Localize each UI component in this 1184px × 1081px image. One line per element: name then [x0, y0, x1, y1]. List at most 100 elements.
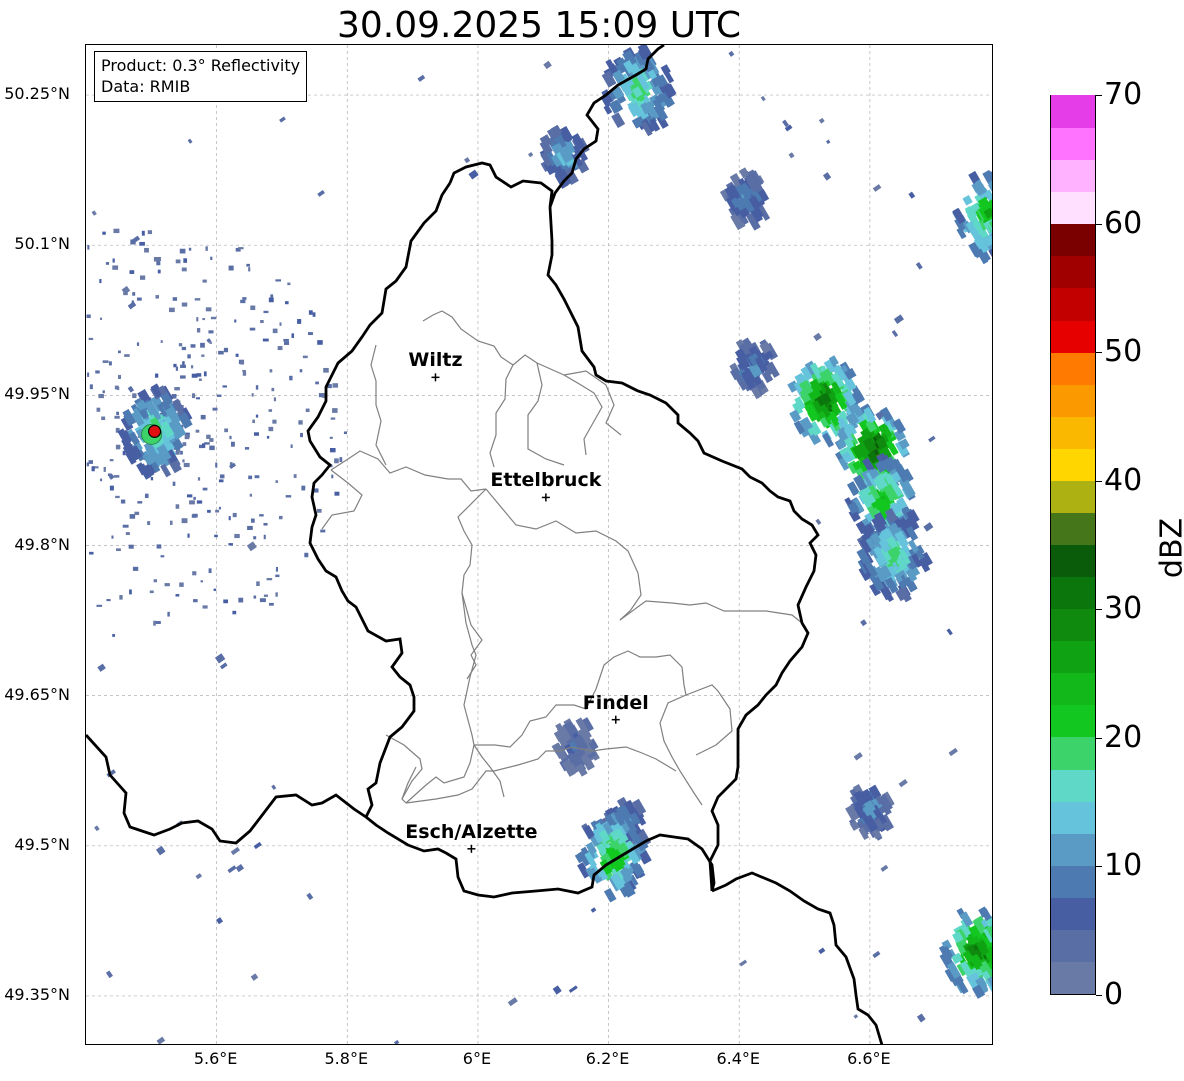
clutter-pixel: [223, 599, 228, 604]
clutter-pixel: [853, 1014, 859, 1019]
clutter-pixel: [304, 552, 309, 558]
colorbar-swatch: [1051, 416, 1095, 449]
clutter-pixel: [818, 947, 826, 955]
city-label: Esch/Alzette: [405, 820, 538, 843]
canton-border-wiltz: [422, 310, 514, 468]
clutter-pixel: [343, 431, 348, 435]
clutter-pixel: [120, 499, 126, 504]
colorbar-swatch: [1051, 544, 1095, 578]
clutter-pixel: [259, 598, 266, 603]
canton-border-mersch-east: [485, 488, 642, 621]
clutter-pixel: [208, 568, 212, 574]
clutter-pixel: [132, 393, 137, 399]
clutter-pixel: [205, 246, 208, 251]
colorbar-swatch: [1051, 897, 1095, 930]
clutter-pixel: [153, 620, 156, 626]
clutter-pixel: [157, 269, 161, 274]
clutter-pixel: [213, 588, 217, 591]
clutter-pixel: [136, 342, 140, 346]
colorbar-swatch: [1051, 191, 1095, 225]
clutter-pixel: [908, 191, 916, 199]
clutter-pixel: [284, 341, 290, 345]
clutter-pixel: [299, 369, 303, 373]
clutter-pixel: [202, 318, 205, 321]
border-lux-east: [546, 206, 820, 892]
clutter-pixel: [183, 462, 190, 468]
clutter-pixel: [915, 262, 923, 270]
canton-border-sw: [405, 746, 677, 804]
clutter-pixel: [231, 441, 235, 447]
clutter-pixel: [109, 485, 114, 491]
clutter-pixel: [181, 346, 187, 351]
lon-tick-label: 6°E: [462, 1049, 492, 1068]
radar-clutter: [86, 50, 958, 1044]
clutter-pixel: [98, 393, 104, 399]
border-belgium-france: [86, 734, 367, 845]
clutter-pixel: [160, 555, 165, 558]
clutter-pixel: [179, 582, 184, 587]
clutter-pixel: [283, 338, 289, 342]
clutter-pixel: [121, 285, 131, 295]
clutter-pixel: [214, 534, 218, 538]
lon-tick-label: 6.2°E: [585, 1049, 630, 1068]
clutter-pixel: [254, 475, 260, 479]
clutter-pixel: [95, 370, 100, 374]
clutter-pixel: [96, 407, 101, 412]
clutter-pixel: [196, 317, 199, 322]
clutter-pixel: [246, 541, 257, 552]
clutter-pixel: [507, 997, 518, 1007]
clutter-pixel: [184, 434, 190, 440]
clutter-pixel: [214, 653, 226, 664]
canton-border-north-west: [370, 344, 387, 466]
colorbar-swatch: [1051, 608, 1095, 642]
clutter-pixel: [329, 436, 333, 439]
clutter-pixel: [315, 381, 319, 385]
echo-pixel: [991, 181, 992, 196]
clutter-pixel: [168, 307, 175, 313]
clutter-pixel: [305, 408, 310, 413]
clutter-pixel: [253, 536, 257, 540]
colorbar-swatch: [1051, 223, 1095, 257]
colorbar-swatch: [1051, 95, 1095, 129]
canton-border-capellen-west: [401, 766, 417, 800]
clutter-pixel: [103, 466, 106, 472]
echo-pixel: [603, 887, 617, 903]
canton-border-luxcity: [405, 744, 475, 804]
clutter-pixel: [275, 592, 278, 597]
clutter-pixel: [223, 347, 229, 353]
clutter-pixel: [89, 384, 93, 390]
lat-tick-label: 49.95°N: [4, 384, 70, 404]
clutter-pixel: [568, 985, 578, 993]
clutter-pixel: [181, 302, 188, 307]
clutter-pixel: [91, 210, 97, 216]
clutter-pixel: [271, 784, 277, 790]
clutter-pixel: [191, 393, 196, 399]
clutter-pixel: [118, 374, 122, 379]
clutter-pixel: [102, 231, 106, 235]
clutter-pixel: [172, 297, 178, 301]
clutter-pixel: [218, 350, 224, 355]
colorbar-swatch: [1051, 704, 1095, 738]
colorbar-tick-mark: [1096, 352, 1102, 354]
clutter-pixel: [115, 495, 120, 499]
clutter-pixel: [263, 594, 268, 597]
colorbar-tick-mark: [1096, 866, 1102, 868]
lat-tick-label: 50.25°N: [4, 84, 70, 104]
clutter-pixel: [116, 548, 121, 552]
clutter-pixel: [147, 521, 151, 526]
clutter-pixel: [192, 513, 198, 518]
clutter-pixel: [240, 299, 246, 304]
colorbar-swatch: [1051, 768, 1095, 802]
clutter-pixel: [119, 595, 123, 600]
clutter-pixel: [739, 959, 748, 967]
clutter-pixel: [307, 332, 313, 336]
clutter-pixel: [234, 533, 240, 539]
clutter-pixel: [331, 474, 334, 479]
clutter-pixel: [259, 514, 264, 517]
clutter-pixel: [266, 578, 273, 581]
clutter-pixel: [306, 892, 314, 901]
clutter-pixel: [268, 426, 274, 432]
border-germany-france: [711, 871, 884, 1044]
clutter-pixel: [190, 344, 196, 348]
clutter-pixel: [253, 432, 259, 436]
